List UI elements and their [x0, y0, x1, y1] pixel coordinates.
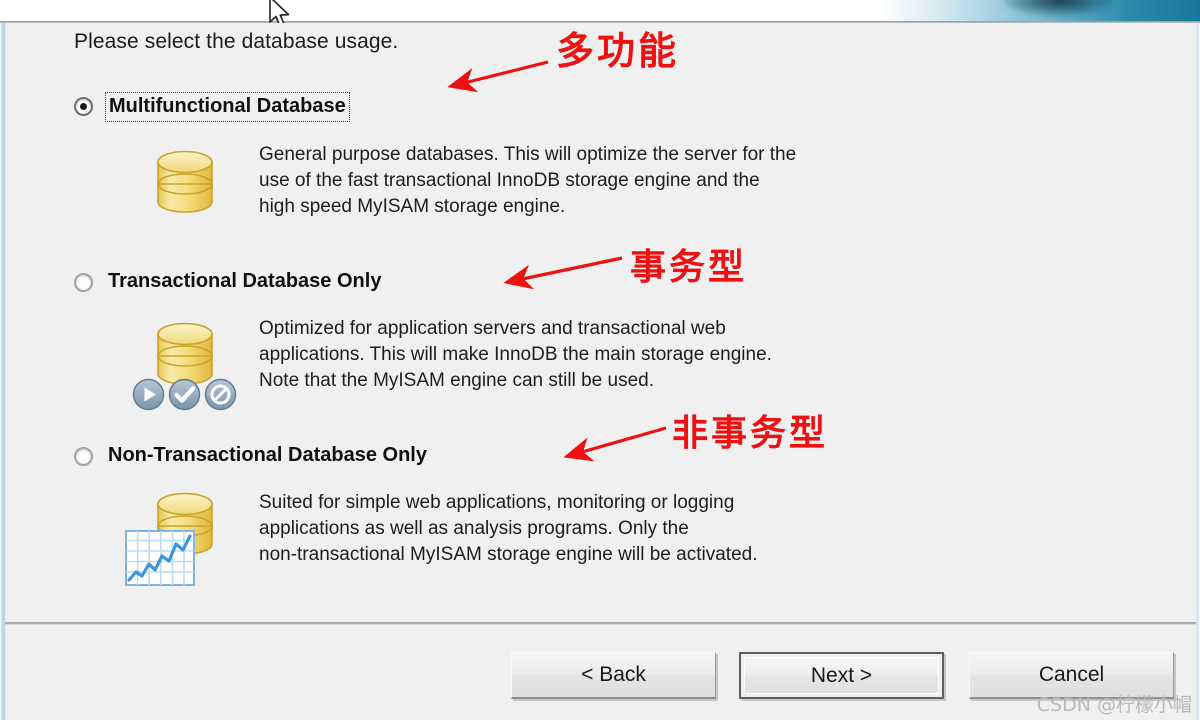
status-badge-group: [132, 378, 240, 412]
window-top-strip: [0, 0, 1200, 22]
option-label-multifunctional[interactable]: Multifunctional Database: [105, 92, 350, 122]
dialog-right-border: [1196, 23, 1200, 720]
radio-indicator: [74, 273, 93, 292]
radio-indicator: [74, 447, 93, 466]
watermark-text: CSDN @柠檬小帽: [1036, 694, 1192, 716]
radio-transactional[interactable]: [72, 270, 98, 296]
option-description-non-transactional: Suited for simple web applications, moni…: [259, 492, 758, 565]
line-chart-grid-icon: [125, 530, 195, 586]
next-button-inner: Next >: [744, 657, 939, 694]
blocked-badge-icon: [204, 378, 237, 411]
option-description-transactional: Optimized for application servers and tr…: [259, 318, 772, 391]
installer-dialog-screen: Please select the database usage. Multif…: [0, 0, 1200, 720]
footer-divider: [5, 622, 1196, 625]
check-badge-icon: [168, 378, 201, 411]
play-badge-icon: [132, 378, 165, 411]
radio-indicator: [74, 97, 93, 116]
option-description-multifunctional: General purpose databases. This will opt…: [259, 144, 797, 217]
dialog-left-border: [0, 23, 5, 720]
option-label-transactional[interactable]: Transactional Database Only: [105, 268, 384, 296]
next-button[interactable]: Next >: [739, 652, 944, 699]
back-button[interactable]: < Back: [511, 652, 716, 699]
radio-non-transactional[interactable]: [72, 444, 98, 470]
database-cylinder-icon: [152, 144, 218, 218]
option-label-non-transactional[interactable]: Non-Transactional Database Only: [105, 442, 430, 470]
radio-multifunctional[interactable]: [72, 94, 98, 120]
page-prompt: Please select the database usage.: [74, 30, 399, 53]
